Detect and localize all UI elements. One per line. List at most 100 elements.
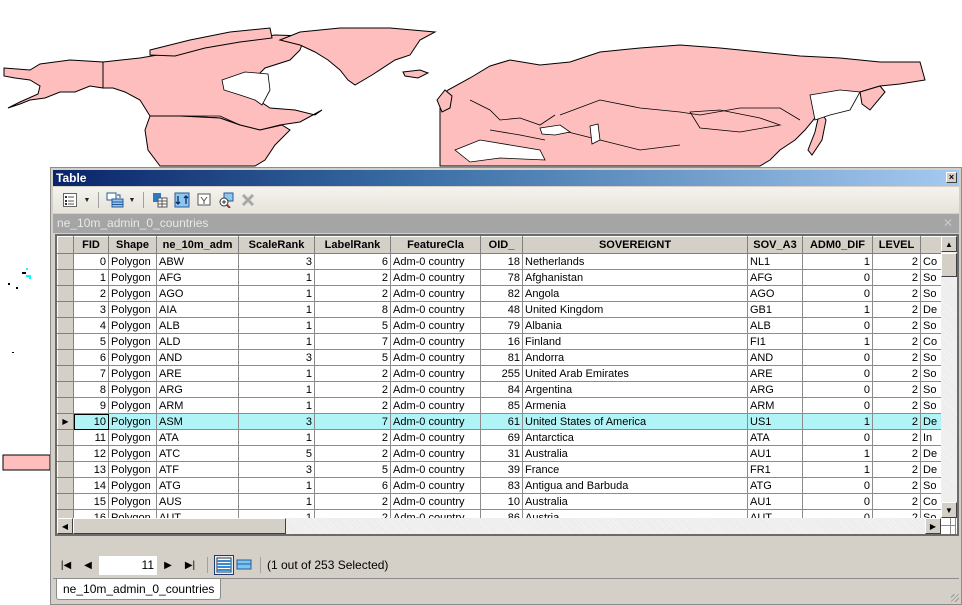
table-cell[interactable]: 10 (480, 493, 523, 510)
table-cell[interactable]: 9 (73, 397, 109, 414)
table-cell[interactable]: Albania (522, 317, 748, 334)
table-cell[interactable]: 1 (238, 397, 315, 414)
table-cell[interactable]: Polygon (108, 301, 157, 318)
table-cell[interactable]: ALB (747, 317, 803, 334)
table-cell[interactable]: 0 (802, 397, 873, 414)
table-cell[interactable]: 2 (872, 365, 921, 382)
show-all-records-button[interactable] (214, 555, 234, 575)
table-cell[interactable]: Adm-0 country (390, 285, 481, 302)
horizontal-scroll-thumb[interactable] (73, 518, 286, 534)
table-cell[interactable]: ARE (156, 365, 239, 382)
table-cell[interactable]: Argentina (522, 381, 748, 398)
table-cell[interactable]: 2 (872, 477, 921, 494)
table-cell[interactable]: 0 (802, 381, 873, 398)
table-cell[interactable]: Adm-0 country (390, 301, 481, 318)
table-cell[interactable]: 0 (802, 429, 873, 446)
table-cell[interactable]: 4 (73, 317, 109, 334)
table-cell[interactable]: ATA (747, 429, 803, 446)
row-selector[interactable] (57, 477, 74, 494)
table-row[interactable]: 8 Polygon ARG 1 2 Adm-0 country 84 Argentina ARG… (57, 381, 956, 398)
table-cell[interactable]: ARG (747, 381, 803, 398)
column-header[interactable]: FID (73, 236, 109, 254)
table-cell[interactable]: Adm-0 country (390, 477, 481, 494)
current-record-input[interactable] (99, 555, 157, 575)
table-row[interactable]: 12 Polygon ATC 5 2 Adm-0 country 31 Australia AU… (57, 445, 956, 462)
table-cell[interactable]: Armenia (522, 397, 748, 414)
table-cell[interactable]: 39 (480, 461, 523, 478)
table-cell[interactable]: Polygon (108, 461, 157, 478)
close-window-button[interactable]: × (946, 172, 957, 183)
table-cell[interactable]: 2 (872, 349, 921, 366)
table-row[interactable]: ▶ 10 Polygon ASM 3 7 Adm-0 country 61 United Sta… (57, 413, 956, 430)
table-cell[interactable]: 6 (314, 477, 391, 494)
row-selector[interactable] (57, 253, 74, 270)
table-cell[interactable]: Polygon (108, 349, 157, 366)
table-cell[interactable]: 61 (480, 413, 523, 430)
table-cell[interactable]: 1 (238, 429, 315, 446)
column-header[interactable]: ne_10m_adm (156, 236, 239, 254)
table-cell[interactable]: 3 (73, 301, 109, 318)
table-cell[interactable]: ATA (156, 429, 239, 446)
row-selector[interactable] (57, 381, 74, 398)
table-cell[interactable]: 0 (802, 477, 873, 494)
table-cell[interactable]: Adm-0 country (390, 413, 481, 430)
table-cell[interactable]: AIA (156, 301, 239, 318)
row-selector[interactable] (57, 269, 74, 286)
table-cell[interactable]: Polygon (108, 269, 157, 286)
column-header[interactable]: SOVEREIGNT (522, 236, 748, 254)
table-cell[interactable]: 2 (872, 317, 921, 334)
table-row[interactable]: 3 Polygon AIA 1 8 Adm-0 country 48 United Kingd… (57, 301, 956, 318)
table-cell[interactable]: ARM (156, 397, 239, 414)
table-cell[interactable]: ALD (156, 333, 239, 350)
table-cell[interactable]: 2 (872, 445, 921, 462)
table-cell[interactable]: 7 (314, 333, 391, 350)
table-row[interactable]: 0 Polygon ABW 3 6 Adm-0 country 18 Netherlands N… (57, 253, 956, 270)
table-cell[interactable]: Angola (522, 285, 748, 302)
table-cell[interactable]: NL1 (747, 253, 803, 270)
table-cell[interactable]: Polygon (108, 317, 157, 334)
table-cell[interactable]: Polygon (108, 445, 157, 462)
table-cell[interactable]: Netherlands (522, 253, 748, 270)
table-cell[interactable]: Adm-0 country (390, 333, 481, 350)
table-cell[interactable]: Polygon (108, 429, 157, 446)
table-cell[interactable]: 5 (314, 461, 391, 478)
table-cell[interactable]: AND (747, 349, 803, 366)
table-cell[interactable]: 1 (238, 493, 315, 510)
table-cell[interactable]: 84 (480, 381, 523, 398)
table-cell[interactable]: Polygon (108, 333, 157, 350)
table-cell[interactable]: Adm-0 country (390, 493, 481, 510)
table-row[interactable]: 4 Polygon ALB 1 5 Adm-0 country 79 Albania ALB 0 2… (57, 317, 956, 334)
table-cell[interactable]: 31 (480, 445, 523, 462)
scroll-left-button[interactable]: ◀ (57, 518, 73, 534)
table-cell[interactable]: ATG (747, 477, 803, 494)
row-selector[interactable] (57, 333, 74, 350)
table-cell[interactable]: Adm-0 country (390, 253, 481, 270)
table-row[interactable]: 13 Polygon ATF 3 5 Adm-0 country 39 France FR1 1 2… (57, 461, 956, 478)
table-cell[interactable]: Polygon (108, 381, 157, 398)
previous-record-button[interactable]: ◀ (77, 555, 99, 575)
show-selected-records-button[interactable] (234, 555, 254, 575)
table-cell[interactable]: 1 (238, 269, 315, 286)
table-options-button[interactable] (61, 191, 79, 209)
table-cell[interactable]: 81 (480, 349, 523, 366)
table-cell[interactable]: Adm-0 country (390, 445, 481, 462)
related-tables-dropdown[interactable]: ▼ (128, 197, 136, 204)
table-cell[interactable]: 2 (314, 269, 391, 286)
table-cell[interactable]: ATG (156, 477, 239, 494)
table-cell[interactable]: Afghanistan (522, 269, 748, 286)
table-cell[interactable]: 10 (73, 413, 109, 430)
table-cell[interactable]: 5 (314, 349, 391, 366)
table-cell[interactable]: Australia (522, 493, 748, 510)
table-cell[interactable]: Adm-0 country (390, 349, 481, 366)
table-row[interactable]: 2 Polygon AGO 1 2 Adm-0 country 82 Angola AGO 0 2 S… (57, 285, 956, 302)
table-cell[interactable]: 14 (73, 477, 109, 494)
table-cell[interactable]: 5 (238, 445, 315, 462)
table-cell[interactable]: Andorra (522, 349, 748, 366)
table-cell[interactable]: ASM (156, 413, 239, 430)
table-cell[interactable]: 8 (73, 381, 109, 398)
table-cell[interactable]: 2 (73, 285, 109, 302)
table-cell[interactable]: France (522, 461, 748, 478)
table-cell[interactable]: 2 (314, 429, 391, 446)
table-cell[interactable]: 6 (73, 349, 109, 366)
row-selector[interactable] (57, 493, 74, 510)
